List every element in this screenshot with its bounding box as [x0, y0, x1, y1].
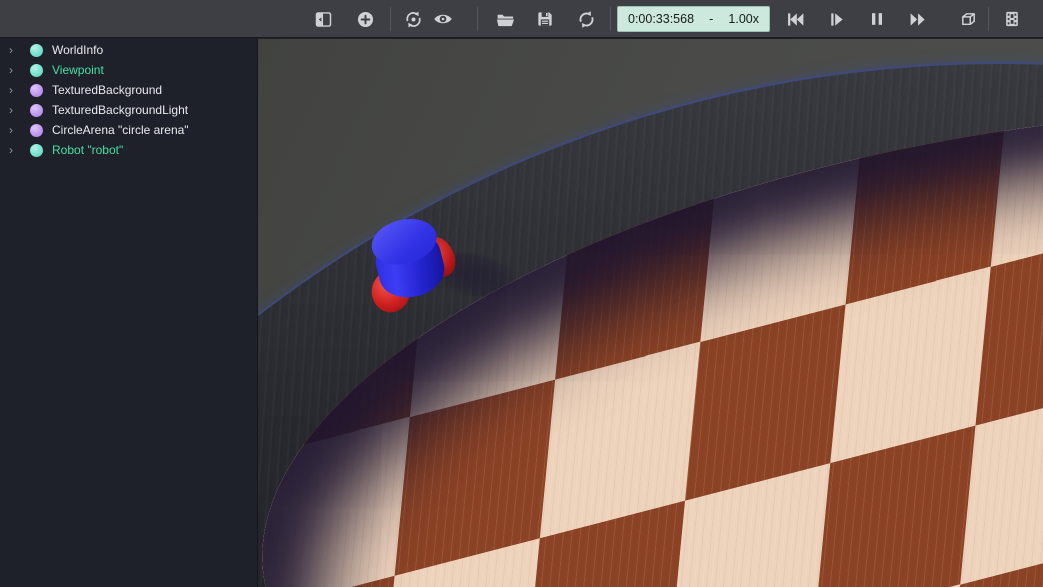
scene-tree-node[interactable]: › Robot "robot" — [0, 140, 257, 160]
open-world-folder-icon — [495, 9, 516, 30]
toggle-scene-tree-button[interactable] — [309, 5, 337, 33]
restore-viewpoint-icon — [403, 9, 424, 30]
render-eye-icon — [432, 8, 454, 30]
simulation-time-display: 0:00:33:568 - 1.00x — [617, 6, 770, 32]
fast-forward-button[interactable] — [904, 5, 932, 33]
node-type-icon — [30, 84, 43, 97]
main-toolbar: 0:00:33:568 - 1.00x — [0, 0, 1043, 38]
rewind-icon — [785, 9, 806, 30]
sim-time: 0:00:33:568 — [628, 12, 694, 26]
node-type-icon — [30, 144, 43, 157]
pause-button[interactable] — [863, 5, 891, 33]
scene-tree-node[interactable]: › CircleArena "circle arena" — [0, 120, 257, 140]
expand-chevron-icon[interactable]: › — [9, 144, 23, 156]
expand-chevron-icon[interactable]: › — [9, 64, 23, 76]
scene-tree-node[interactable]: › TexturedBackgroundLight — [0, 100, 257, 120]
scene-tree-node[interactable]: › WorldInfo — [0, 40, 257, 60]
toolbar-separator — [988, 7, 989, 31]
open-world-button[interactable] — [491, 5, 519, 33]
step-icon — [826, 9, 847, 30]
node-type-icon — [30, 44, 43, 57]
expand-chevron-icon[interactable]: › — [9, 84, 23, 96]
webots-window: 0:00:33:568 - 1.00x — [0, 0, 1043, 587]
perspective-cube-icon — [958, 9, 979, 30]
node-type-icon — [30, 124, 43, 137]
restore-viewpoint-button[interactable] — [399, 5, 427, 33]
scene-tree: › WorldInfo › Viewpoint › TexturedBackgr… — [0, 39, 257, 160]
fast-forward-icon — [908, 9, 929, 30]
sim-speed: 1.00x — [728, 12, 759, 26]
scene-tree-panel: › WorldInfo › Viewpoint › TexturedBackgr… — [0, 39, 258, 587]
save-world-button[interactable] — [531, 5, 559, 33]
pause-icon — [867, 9, 887, 29]
perspective-projection-button[interactable] — [954, 5, 982, 33]
reload-world-button[interactable] — [572, 5, 600, 33]
rewind-button[interactable] — [781, 5, 809, 33]
toolbar-separator — [610, 7, 611, 31]
expand-chevron-icon[interactable]: › — [9, 44, 23, 56]
movie-record-button[interactable] — [998, 5, 1026, 33]
node-label: Robot "robot" — [52, 143, 123, 157]
time-speed-separator: - — [709, 12, 713, 26]
movie-record-icon — [1002, 9, 1022, 29]
toggle-scene-tree-icon — [313, 9, 334, 30]
expand-chevron-icon[interactable]: › — [9, 104, 23, 116]
node-label: WorldInfo — [52, 43, 103, 57]
step-button[interactable] — [822, 5, 850, 33]
add-node-icon — [355, 9, 376, 30]
toolbar-separator — [477, 7, 478, 31]
scene-tree-node[interactable]: › Viewpoint — [0, 60, 257, 80]
node-label: TexturedBackground — [52, 83, 162, 97]
node-type-icon — [30, 104, 43, 117]
scene-tree-node[interactable]: › TexturedBackground — [0, 80, 257, 100]
node-label: CircleArena "circle arena" — [52, 123, 189, 137]
save-world-icon — [535, 9, 555, 29]
3d-viewport[interactable] — [258, 39, 1043, 587]
node-label: Viewpoint — [52, 63, 104, 77]
reload-world-icon — [576, 9, 597, 30]
expand-chevron-icon[interactable]: › — [9, 124, 23, 136]
toolbar-separator — [390, 7, 391, 31]
node-type-icon — [30, 64, 43, 77]
add-node-button[interactable] — [351, 5, 379, 33]
node-label: TexturedBackgroundLight — [52, 103, 188, 117]
render-toggle-button[interactable] — [429, 5, 457, 33]
